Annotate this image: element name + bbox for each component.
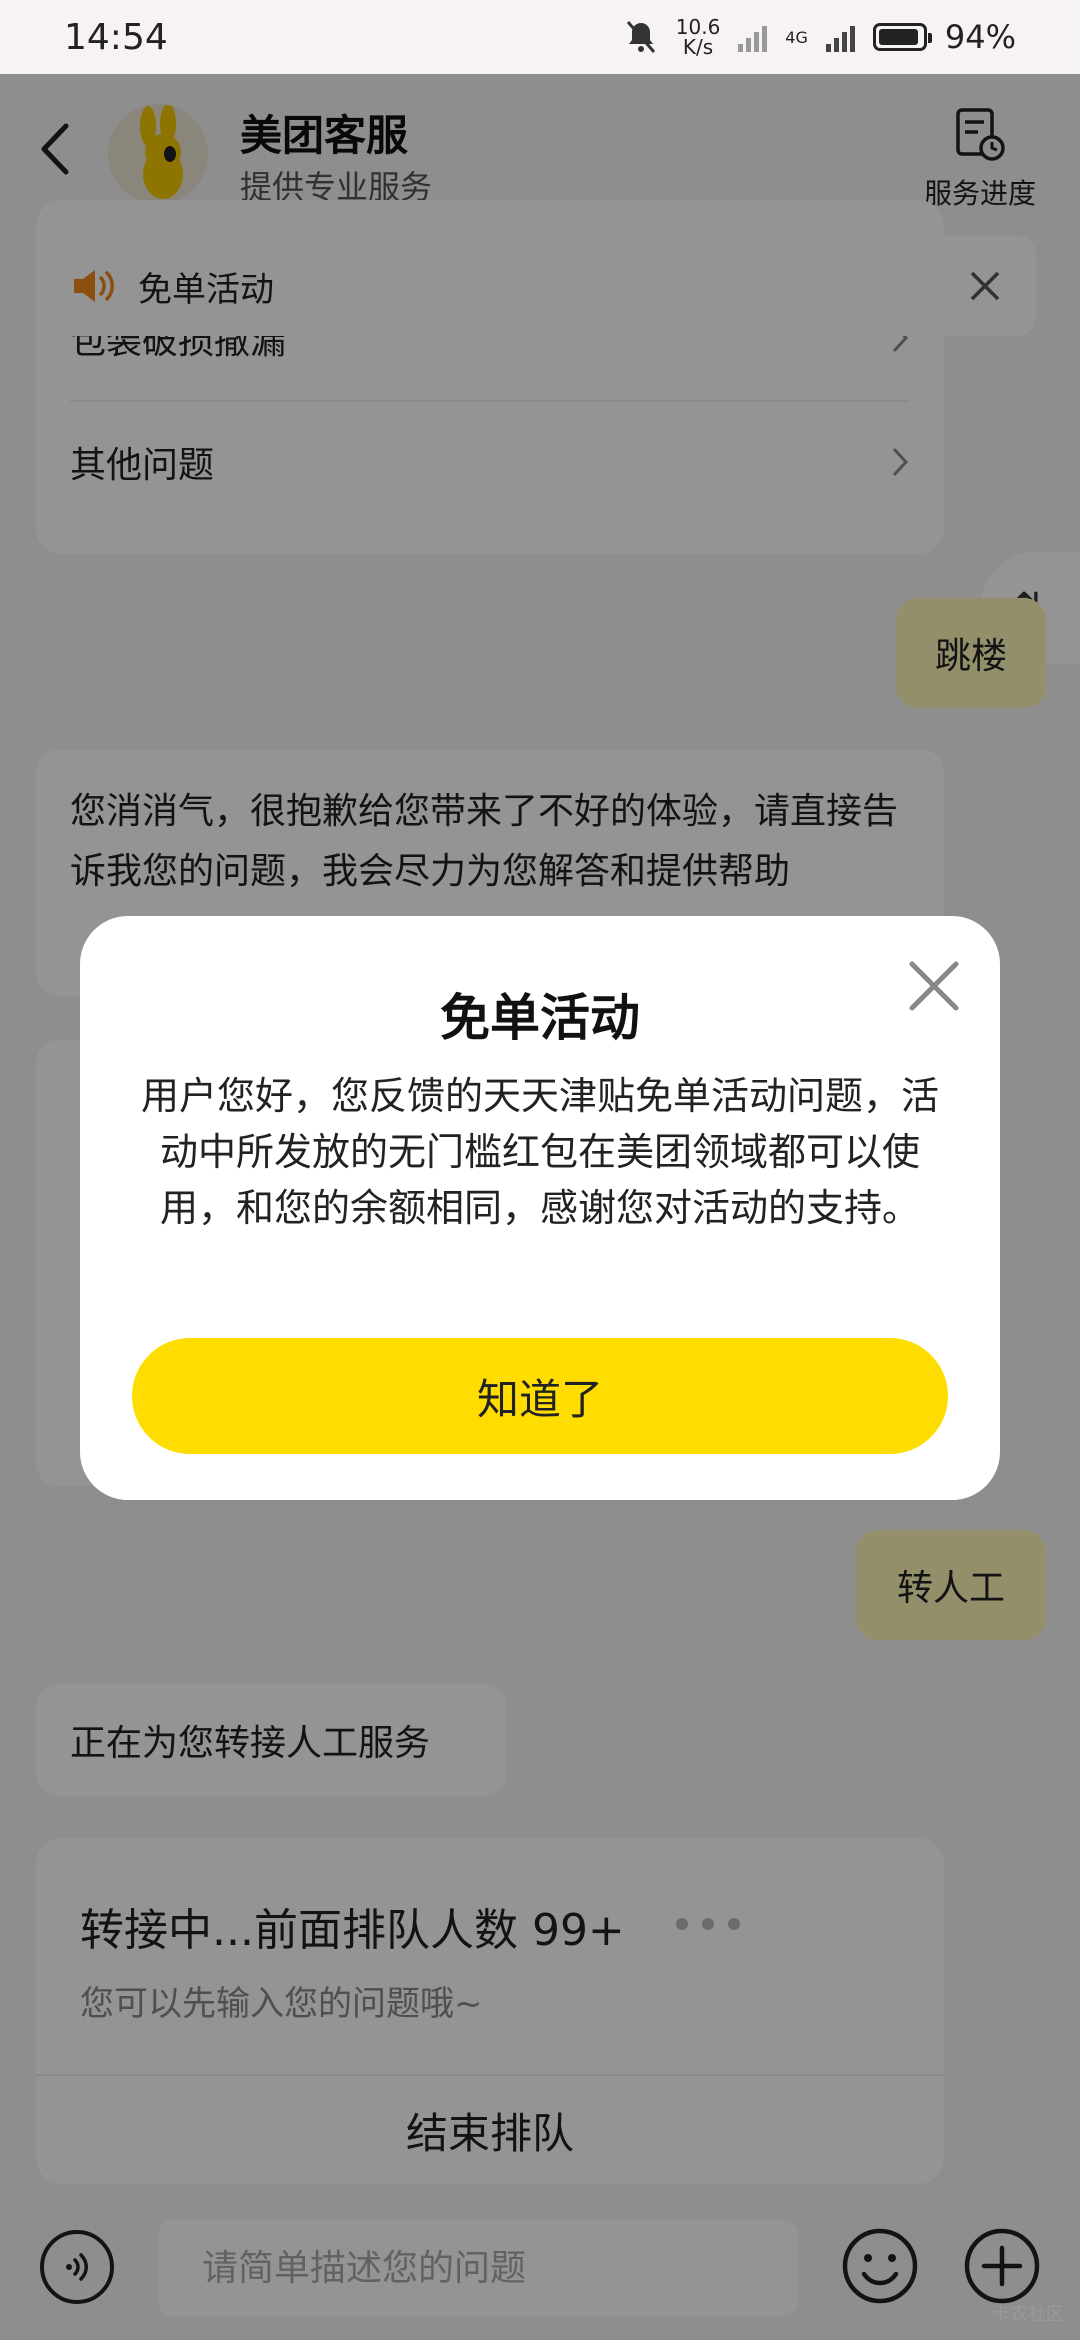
dialog-close-icon[interactable] bbox=[906, 958, 962, 1014]
dialog-ok-label: 知道了 bbox=[476, 1374, 603, 1424]
net-speed-unit: K/s bbox=[682, 35, 714, 59]
watermark: 卡农社区 bbox=[992, 2304, 1064, 2325]
signal-1-icon bbox=[738, 22, 768, 52]
activity-dialog: 免单活动 用户您好，您反馈的天天津贴免单活动问题，活动中所发放的无门槛红包在美团… bbox=[80, 916, 1000, 1500]
net-speed: 10.6 K/s bbox=[676, 17, 721, 57]
net-speed-value: 10.6 bbox=[675, 15, 721, 39]
status-bar: 14:54 10.6 K/s 4G 94% bbox=[0, 0, 1080, 74]
network-type: 4G bbox=[785, 27, 808, 47]
mute-bell-icon bbox=[626, 21, 655, 53]
battery-percent: 94% bbox=[944, 18, 1016, 56]
battery-icon bbox=[872, 23, 932, 51]
signal-2-icon bbox=[825, 22, 855, 52]
dialog-ok-button[interactable]: 知道了 bbox=[132, 1338, 948, 1454]
dialog-title: 免单活动 bbox=[440, 989, 640, 1047]
status-icons: 10.6 K/s 4G 94% bbox=[624, 17, 1016, 57]
dialog-body: 用户您好，您反馈的天天津贴免单活动问题，活动中所发放的无门槛红包在美团领域都可以… bbox=[140, 1074, 939, 1230]
status-time: 14:54 bbox=[64, 16, 168, 58]
